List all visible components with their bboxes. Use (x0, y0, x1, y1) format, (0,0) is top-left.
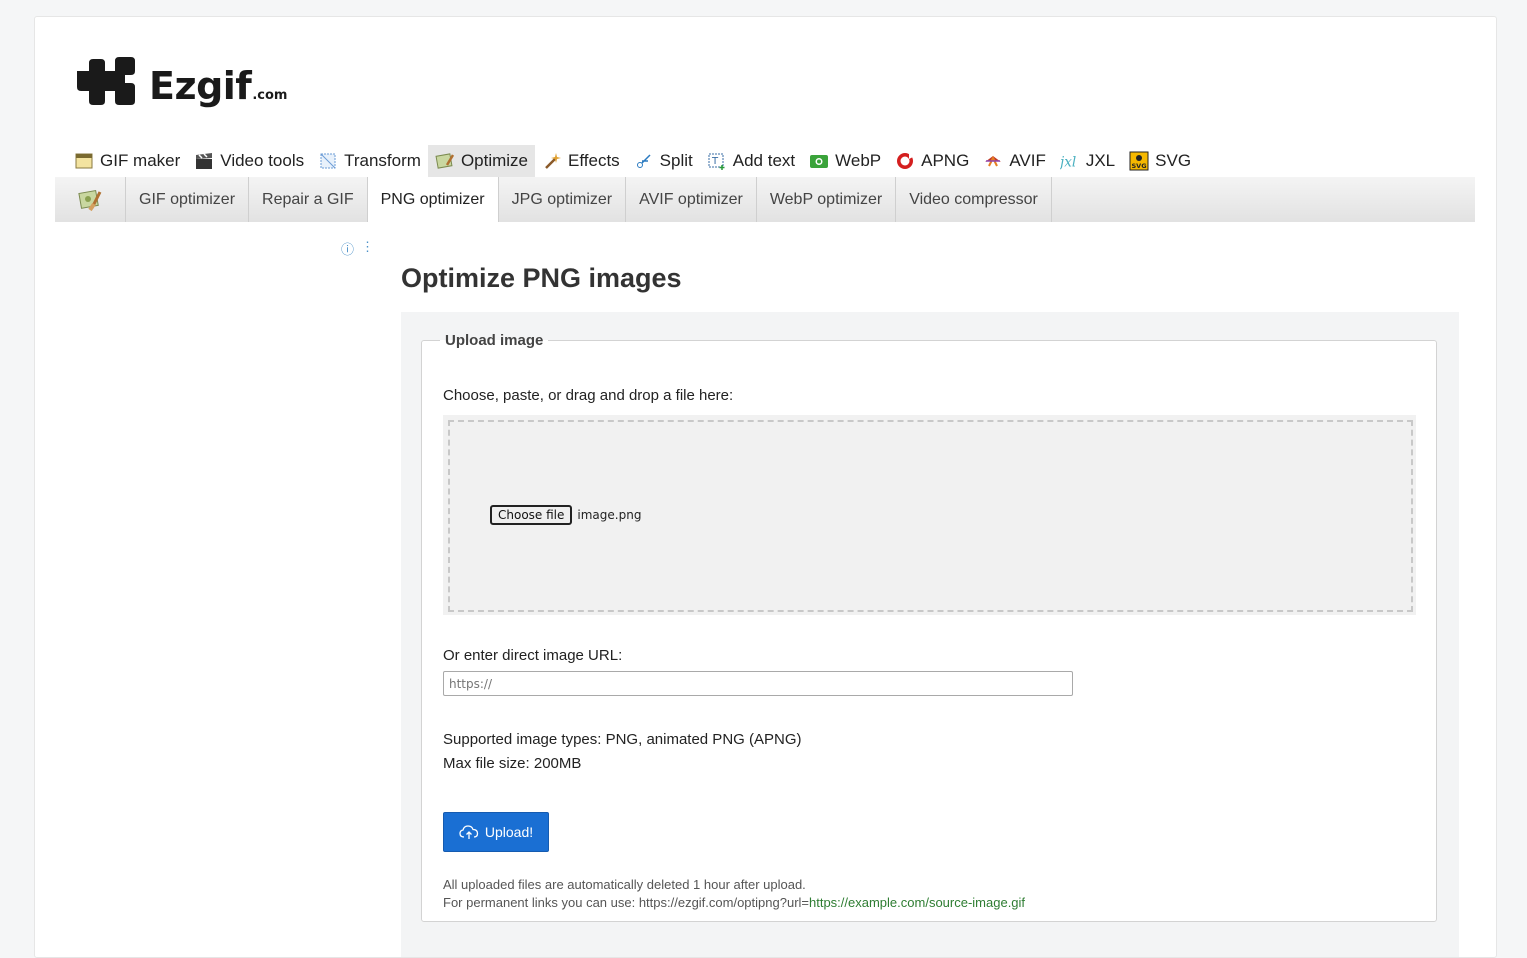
nav-video-tools[interactable]: Video tools (187, 145, 311, 177)
permanent-link-prefix: For permanent links you can use: https:/… (443, 895, 809, 910)
optimize-icon (435, 151, 455, 171)
jxl-icon: jxl (1060, 151, 1080, 171)
webp-icon (809, 151, 829, 171)
page-title: Optimize PNG images (401, 263, 682, 293)
permanent-link-note: For permanent links you can use: https:/… (443, 895, 1025, 910)
upload-button[interactable]: Upload! (443, 812, 549, 852)
logo-name: Ezgif (149, 64, 252, 108)
nav-label: AVIF (1009, 151, 1046, 170)
nav-label: JXL (1085, 151, 1116, 170)
nav-avif[interactable]: AVIF (976, 145, 1053, 177)
nav-label: GIF maker (100, 151, 181, 170)
gif-maker-icon (74, 151, 94, 171)
nav-label: Split (659, 151, 693, 170)
nav-gif-maker[interactable]: GIF maker (67, 145, 187, 177)
nav-webp[interactable]: WebP (802, 145, 888, 177)
supported-types: Supported image types: PNG, animated PNG… (443, 731, 802, 748)
more-vertical-icon[interactable]: ⋮ (361, 239, 374, 258)
nav-label: Video tools (220, 151, 305, 170)
nav-label: Optimize (460, 151, 529, 170)
upload-fieldset: Upload image Choose, paste, or drag and … (421, 332, 1437, 922)
upload-panel: Upload image Choose, paste, or drag and … (401, 312, 1459, 957)
nav-label: WebP (835, 151, 882, 170)
info-icon[interactable]: ⓘ (341, 239, 354, 258)
tab-png-optimizer[interactable]: PNG optimizer (366, 177, 499, 222)
nav-transform[interactable]: Transform (311, 145, 428, 177)
nav-label: Effects (568, 151, 620, 170)
auto-delete-note: All uploaded files are automatically del… (443, 877, 806, 892)
nav-label: Transform (344, 151, 421, 170)
nav-add-text[interactable]: T Add text (700, 145, 802, 177)
nav-label: Add text (732, 151, 796, 170)
svg-text:T: T (711, 156, 719, 167)
drop-zone[interactable]: Choose file image.png (443, 415, 1416, 615)
transform-icon (318, 151, 338, 171)
avif-icon (983, 151, 1003, 171)
clapperboard-icon (194, 151, 214, 171)
tab-avif-optimizer[interactable]: AVIF optimizer (626, 177, 757, 222)
logo-suffix: .com (252, 88, 288, 103)
main-navigation: GIF maker Video tools Transform Optimize… (67, 145, 1198, 177)
upload-button-label: Upload! (484, 824, 534, 840)
add-text-icon: T (707, 151, 727, 171)
optimize-section-icon (55, 177, 126, 222)
selected-file-name: image.png (577, 508, 642, 522)
magic-wand-icon (542, 151, 562, 171)
svg-text:SVG: SVG (1132, 162, 1147, 170)
nav-label: SVG (1155, 151, 1192, 170)
nav-label: APNG (921, 151, 970, 170)
split-icon (634, 151, 654, 171)
ad-choices: ⓘ ⋮ (341, 239, 374, 258)
permanent-link-example[interactable]: https://example.com/source-image.gif (809, 895, 1025, 910)
nav-effects[interactable]: Effects (535, 145, 627, 177)
nav-apng[interactable]: APNG (888, 145, 976, 177)
logo-puzzle-icon (77, 57, 135, 105)
max-file-size: Max file size: 200MB (443, 755, 582, 772)
cloud-upload-icon (459, 825, 479, 839)
nav-jxl[interactable]: jxl JXL (1053, 145, 1122, 177)
image-url-input[interactable] (443, 671, 1073, 696)
ezgif-logo[interactable]: Ezgif .com (75, 57, 287, 105)
choose-file-button[interactable]: Choose file (490, 505, 573, 525)
url-label: Or enter direct image URL: (443, 647, 623, 664)
tab-jpg-optimizer[interactable]: JPG optimizer (499, 177, 627, 222)
upload-legend: Upload image (445, 332, 544, 349)
svg-icon: SVG (1129, 151, 1149, 171)
svg-text:jxl: jxl (1060, 154, 1076, 170)
tab-repair-gif[interactable]: Repair a GIF (249, 177, 368, 222)
optimize-subnav: GIF optimizer Repair a GIF PNG optimizer… (55, 177, 1475, 222)
nav-split[interactable]: Split (627, 145, 700, 177)
drop-zone-border: Choose file image.png (448, 420, 1413, 612)
tab-video-compressor[interactable]: Video compressor (896, 177, 1052, 222)
nav-optimize[interactable]: Optimize (427, 145, 536, 177)
apng-icon (895, 151, 915, 171)
tab-gif-optimizer[interactable]: GIF optimizer (126, 177, 250, 222)
page-container: Ezgif .com GIF maker Video tools Transfo… (34, 16, 1497, 958)
file-input: Choose file image.png (490, 505, 641, 525)
nav-svg[interactable]: SVG SVG (1122, 145, 1198, 177)
choose-file-label: Choose, paste, or drag and drop a file h… (443, 387, 734, 404)
tab-webp-optimizer[interactable]: WebP optimizer (757, 177, 897, 222)
